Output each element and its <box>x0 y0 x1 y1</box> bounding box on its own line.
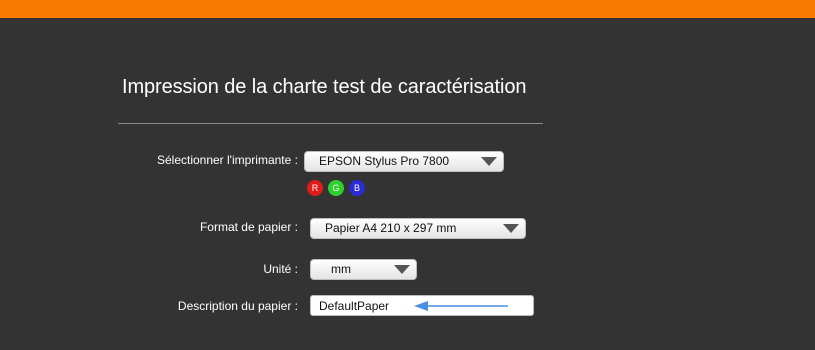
title-divider <box>118 123 543 124</box>
unit-label: Unité : <box>263 262 298 276</box>
paper-description-label: Description du papier : <box>177 299 298 313</box>
arrow-icon <box>414 301 508 311</box>
paper-format-select[interactable]: Papier A4 210 x 297 mm <box>310 218 526 239</box>
printer-label: Sélectionner l'imprimante : <box>156 153 298 167</box>
channel-b-badge: B <box>349 180 365 196</box>
chevron-down-icon <box>503 224 519 233</box>
paper-format-label: Format de papier : <box>199 220 298 234</box>
page-title: Impression de la charte test de caractér… <box>122 76 527 98</box>
channel-r-badge: R <box>307 180 323 196</box>
paper-format-select-value: Papier A4 210 x 297 mm <box>325 221 457 235</box>
chevron-down-icon <box>481 157 497 166</box>
printer-select-value: EPSON Stylus Pro 7800 <box>319 154 450 168</box>
top-accent-bar <box>0 0 815 18</box>
unit-select[interactable]: mm <box>310 259 417 280</box>
unit-select-value: mm <box>331 262 351 276</box>
channel-g-badge: G <box>328 180 344 196</box>
arrow-head <box>414 301 428 311</box>
chevron-down-icon <box>394 265 410 274</box>
printer-select[interactable]: EPSON Stylus Pro 7800 <box>304 151 504 172</box>
